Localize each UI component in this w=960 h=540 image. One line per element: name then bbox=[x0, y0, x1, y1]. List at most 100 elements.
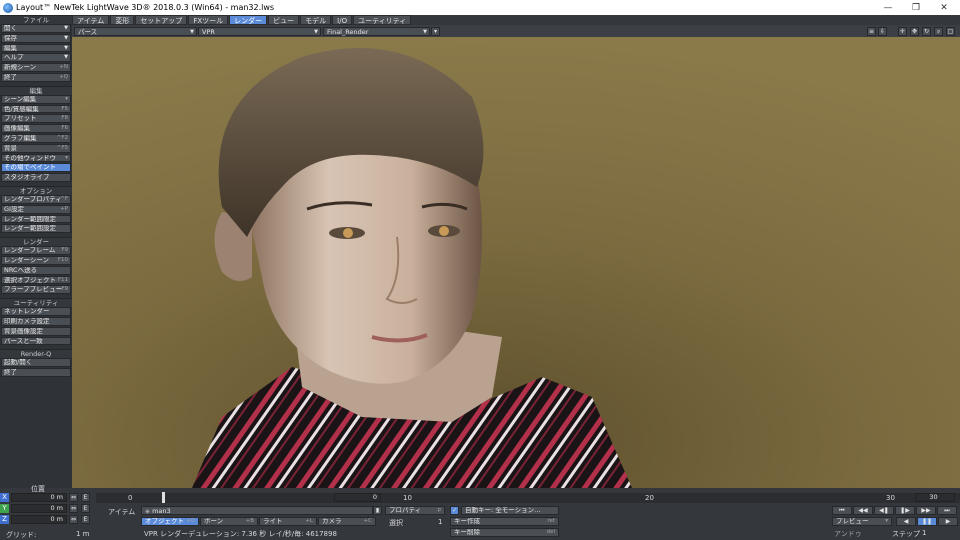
next-key-button[interactable]: ▶▶ bbox=[916, 506, 936, 515]
sidebar-item[interactable]: その他ウィンドウ ▾ bbox=[1, 153, 71, 163]
sidebar-item[interactable]: 背景 ^F5 bbox=[1, 143, 71, 153]
sidebar-item[interactable]: 開く ▼ bbox=[1, 24, 71, 33]
edit-mode-button[interactable]: ボーン +B bbox=[200, 517, 258, 526]
edit-mode-shortcut: +B bbox=[245, 518, 254, 524]
sidebar-item[interactable]: 選択オブジェクト F11 bbox=[1, 275, 71, 285]
timeline-slider[interactable] bbox=[96, 493, 960, 503]
view-mode-select[interactable]: パース ▼ bbox=[74, 27, 197, 36]
current-item-select[interactable]: ◈ man3 bbox=[141, 506, 373, 515]
link-icon[interactable]: ⇔ bbox=[69, 515, 78, 524]
list-icon[interactable]: ≡ bbox=[867, 27, 876, 36]
axis-z-field[interactable]: 0 m bbox=[11, 515, 67, 524]
tab-3[interactable]: FXツール bbox=[188, 15, 229, 25]
play-button[interactable]: ▶ bbox=[938, 517, 958, 526]
sidebar-item-label: NRCへ送る bbox=[4, 265, 38, 274]
prev-frame-button[interactable]: ◀❚ bbox=[874, 506, 894, 515]
utility-section-header: ユーティリティ bbox=[0, 298, 72, 308]
properties-button[interactable]: プロパティ p bbox=[385, 506, 445, 515]
sidebar-item[interactable]: プリセット F8 bbox=[1, 114, 71, 124]
sidebar-item[interactable]: GI設定 +P bbox=[1, 204, 71, 214]
tab-5[interactable]: ビュー bbox=[268, 15, 300, 25]
sidebar-item[interactable]: 画像編集 F6 bbox=[1, 124, 71, 133]
edit-mode-button[interactable]: カメラ +C bbox=[318, 517, 376, 526]
sidebar-item[interactable]: 新規シーン +N bbox=[1, 63, 71, 72]
tab-7[interactable]: I/O bbox=[332, 15, 353, 25]
sidebar-item[interactable]: パースと一致 bbox=[1, 336, 71, 346]
sidebar-item-label: レンダープロパティ bbox=[4, 194, 62, 203]
preview-select[interactable]: プレビュー ▾ bbox=[832, 517, 892, 526]
render-viewport[interactable] bbox=[72, 37, 960, 488]
prev-key-button[interactable]: ◀◀ bbox=[853, 506, 873, 515]
sidebar-item[interactable]: グラフ編集 ^F2 bbox=[1, 133, 71, 143]
edit-mode-label: カメラ bbox=[322, 517, 342, 525]
play-reverse-button[interactable]: ◀ bbox=[896, 517, 916, 526]
tab-0[interactable]: アイテム bbox=[72, 15, 110, 25]
edit-mode-button[interactable]: ライト +L bbox=[259, 517, 317, 526]
delete-key-button[interactable]: キー削除 del bbox=[450, 528, 559, 537]
camera-options-icon[interactable]: ▾ bbox=[431, 27, 440, 36]
sidebar-item[interactable]: レンダー範囲限定 bbox=[1, 214, 71, 224]
sidebar-item[interactable]: NRCへ送る bbox=[1, 265, 71, 275]
step-label: ステップ bbox=[892, 530, 920, 538]
minimize-button[interactable]: — bbox=[874, 0, 902, 15]
camera-select[interactable]: Final_Render ▼ bbox=[323, 27, 430, 36]
create-key-button[interactable]: キー作成 ret bbox=[450, 517, 559, 526]
enable-axis-button[interactable]: E bbox=[81, 493, 90, 502]
edit-mode-label: ボーン bbox=[204, 517, 224, 525]
sidebar-item[interactable]: スタジオライブ bbox=[1, 173, 71, 182]
link-icon[interactable]: ⇔ bbox=[69, 504, 78, 513]
link-icon[interactable]: ⇔ bbox=[69, 493, 78, 502]
pause-button[interactable]: ❚❚ bbox=[917, 517, 937, 526]
last-frame-button[interactable]: ⏭ bbox=[937, 506, 957, 515]
render-mode-select[interactable]: VPR ▼ bbox=[198, 27, 321, 36]
sidebar-item[interactable]: 印刷カメラ設定 bbox=[1, 316, 71, 326]
sidebar-item[interactable]: 終了 +Q bbox=[1, 72, 71, 82]
end-frame-field[interactable]: 30 bbox=[915, 493, 955, 502]
enable-axis-button[interactable]: E bbox=[81, 515, 90, 524]
sidebar-item[interactable]: 色/質感編集 F5 bbox=[1, 104, 71, 114]
sidebar-item[interactable]: 編集 ▼ bbox=[1, 43, 71, 53]
item-pick-icon[interactable]: ▮ bbox=[373, 506, 382, 515]
pan-view-icon[interactable]: ✥ bbox=[910, 27, 919, 36]
close-button[interactable]: ✕ bbox=[930, 0, 958, 15]
tab-4[interactable]: レンダー bbox=[229, 15, 268, 25]
sidebar-item[interactable]: その場でペイント bbox=[1, 163, 71, 173]
sidebar-item[interactable]: 終了 bbox=[1, 368, 71, 377]
sidebar-item[interactable]: レンダーフレーム F9 bbox=[1, 246, 71, 255]
timeline-playhead[interactable] bbox=[162, 492, 165, 503]
sidebar-item[interactable]: ネットレンダー bbox=[1, 307, 71, 316]
sidebar-item-label: スタジオライブ bbox=[4, 173, 50, 182]
current-frame-field[interactable]: 0 bbox=[334, 493, 381, 502]
sidebar-item-label: シーン編集 bbox=[4, 94, 37, 103]
next-frame-button[interactable]: ❚▶ bbox=[895, 506, 915, 515]
sidebar-item[interactable]: 保存 ▼ bbox=[1, 33, 71, 43]
sidebar-item-shortcut: F6 bbox=[61, 125, 68, 132]
sidebar-item[interactable]: フラーププレビュー +F9 bbox=[1, 285, 71, 295]
autokey-select[interactable]: 自動キー: 全モーション… bbox=[461, 506, 559, 515]
tab-1[interactable]: 変形 bbox=[110, 15, 135, 25]
sidebar-item[interactable]: シーン編集 ▾ bbox=[1, 94, 71, 104]
sidebar-item[interactable]: レンダー範囲設定 bbox=[1, 224, 71, 234]
save-view-icon[interactable]: ⇩ bbox=[878, 27, 887, 36]
move-view-icon[interactable]: ✛ bbox=[898, 27, 907, 36]
sidebar-item[interactable]: レンダーシーン F10 bbox=[1, 255, 71, 265]
maximize-view-icon[interactable]: ▢ bbox=[946, 27, 955, 36]
axis-x-field[interactable]: 0 m bbox=[11, 493, 67, 502]
sidebar-item[interactable]: ヘルプ ▼ bbox=[1, 53, 71, 63]
sidebar-item[interactable]: 起動/開く bbox=[1, 358, 71, 368]
sidebar-item-label: ネットレンダー bbox=[4, 307, 50, 316]
autokey-checkbox[interactable]: ✓ bbox=[450, 506, 459, 515]
rotate-view-icon[interactable]: ↻ bbox=[922, 27, 931, 36]
tab-6[interactable]: モデル bbox=[300, 15, 332, 25]
sidebar-item[interactable]: レンダープロパティ ^F bbox=[1, 194, 71, 204]
enable-axis-button[interactable]: E bbox=[81, 504, 90, 513]
sidebar-item-label: レンダーフレーム bbox=[4, 246, 56, 255]
edit-mode-button[interactable]: オブジェクト +O bbox=[141, 517, 199, 526]
maximize-button[interactable]: ❐ bbox=[902, 0, 930, 15]
first-frame-button[interactable]: ⏮ bbox=[832, 506, 852, 515]
tab-2[interactable]: セットアップ bbox=[135, 15, 188, 25]
sidebar-item[interactable]: 背景画像設定 bbox=[1, 326, 71, 336]
tab-8[interactable]: ユーティリティ bbox=[353, 15, 412, 25]
axis-y-field[interactable]: 0 m bbox=[11, 504, 67, 513]
zoom-view-icon[interactable]: ⌕ bbox=[934, 27, 943, 36]
